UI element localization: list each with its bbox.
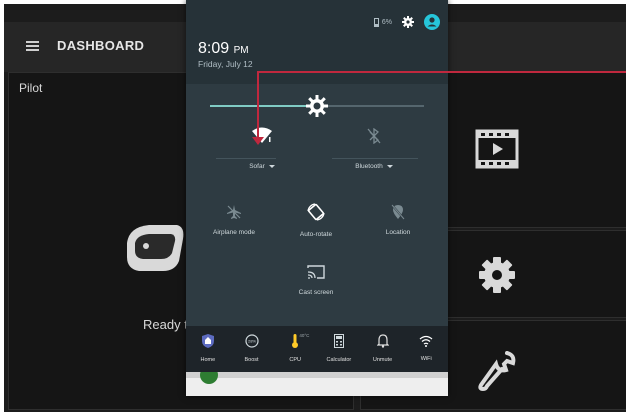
- battery-indicator: 6%: [373, 17, 392, 27]
- annotation-arrow-icon: [252, 137, 264, 145]
- auto-rotate-label: Auto-rotate: [299, 231, 333, 238]
- clock: 8:09 PM: [198, 40, 249, 58]
- shortcut-cpu[interactable]: 40°C CPU: [273, 326, 317, 372]
- shortcut-boost[interactable]: 28% Boost: [230, 326, 274, 372]
- auto-rotate-tile[interactable]: Auto-rotate: [274, 202, 358, 238]
- notification-shade: 6% 8:09 PM Friday, July 12 Sofar Bluetoo…: [186, 0, 448, 396]
- shortcut-boost-label: Boost: [244, 357, 259, 363]
- shortcut-calculator-label: Calculator: [326, 357, 352, 363]
- film-icon: [475, 129, 519, 169]
- shortcut-home-label: Home: [200, 357, 216, 363]
- annotation-line-horizontal: [257, 71, 626, 73]
- brightness-slider[interactable]: [210, 95, 424, 117]
- cast-screen-label: Cast screen: [298, 289, 334, 296]
- bluetooth-tile-label: Bluetooth: [355, 163, 383, 170]
- ready-status-text: Ready t: [143, 317, 188, 332]
- wifi-divider: [216, 158, 276, 159]
- status-row: 6%: [373, 12, 440, 32]
- calculator-icon: [333, 334, 344, 348]
- boost-icon-text: 28%: [247, 339, 255, 344]
- gear-icon: [479, 257, 515, 293]
- wifi-tile[interactable]: Sofar: [220, 126, 304, 170]
- screenshot-frame: DASHBOARD Pilot Ready t 6% 8:09 PM Frida…: [0, 0, 626, 415]
- peek-bar: [186, 372, 448, 378]
- location-tile[interactable]: Location: [356, 204, 440, 236]
- quick-settings-panel: Sofar Bluetooth Airplane mode Auto-rotat…: [186, 84, 448, 326]
- app-title: DASHBOARD: [57, 38, 145, 53]
- chevron-down-icon[interactable]: [386, 164, 393, 168]
- thermometer-icon: [292, 334, 299, 348]
- shortcut-wifi-label: WiFi: [420, 356, 432, 362]
- location-off-icon: [391, 204, 405, 220]
- airplane-mode-label: Airplane mode: [213, 229, 255, 236]
- cpu-temp: 40°C: [299, 333, 310, 338]
- battery-icon: [373, 17, 379, 27]
- shortcut-strip: Home 28% Boost 40°C CPU Calculator Unmut…: [186, 326, 448, 372]
- clock-time: 8:09: [198, 40, 230, 57]
- cast-icon: [307, 265, 325, 279]
- shield-icon: [201, 334, 214, 348]
- bluetooth-off-icon: [367, 127, 381, 145]
- app-icon: [200, 372, 218, 384]
- boost-icon: 28%: [244, 334, 259, 348]
- shortcut-unmute[interactable]: Unmute: [361, 326, 405, 372]
- battery-percent: 6%: [381, 18, 392, 26]
- settings-gear-icon[interactable]: [402, 16, 414, 28]
- bluetooth-tile[interactable]: Bluetooth: [332, 127, 416, 170]
- bluetooth-divider: [332, 158, 418, 159]
- robot-icon: [127, 225, 184, 271]
- annotation-line-vertical: [257, 71, 259, 141]
- bell-icon: [376, 334, 389, 348]
- date-label: Friday, July 12: [198, 59, 253, 69]
- clock-ampm: PM: [233, 45, 249, 56]
- shortcut-unmute-label: Unmute: [372, 357, 393, 363]
- airplane-mode-tile[interactable]: Airplane mode: [192, 204, 276, 236]
- location-label: Location: [385, 229, 411, 236]
- wifi-icon: [419, 335, 433, 347]
- menu-icon[interactable]: [26, 41, 39, 51]
- user-avatar-icon[interactable]: [424, 14, 440, 30]
- shortcut-wifi[interactable]: WiFi: [404, 326, 448, 372]
- shortcut-cpu-label: CPU: [289, 357, 301, 363]
- airplane-off-icon: [227, 205, 241, 219]
- auto-rotate-icon: [307, 203, 325, 221]
- wrench-icon: [478, 351, 516, 392]
- brightness-fill: [210, 105, 317, 107]
- brightness-icon[interactable]: [305, 94, 329, 118]
- shortcut-home[interactable]: Home: [186, 326, 230, 372]
- chevron-down-icon[interactable]: [268, 164, 275, 168]
- underlying-app-peek: [186, 372, 448, 396]
- pilot-label: Pilot: [19, 81, 43, 95]
- shortcut-calculator[interactable]: Calculator: [317, 326, 361, 372]
- cast-screen-tile[interactable]: Cast screen: [274, 264, 358, 296]
- wifi-tile-label: Sofar: [249, 163, 265, 170]
